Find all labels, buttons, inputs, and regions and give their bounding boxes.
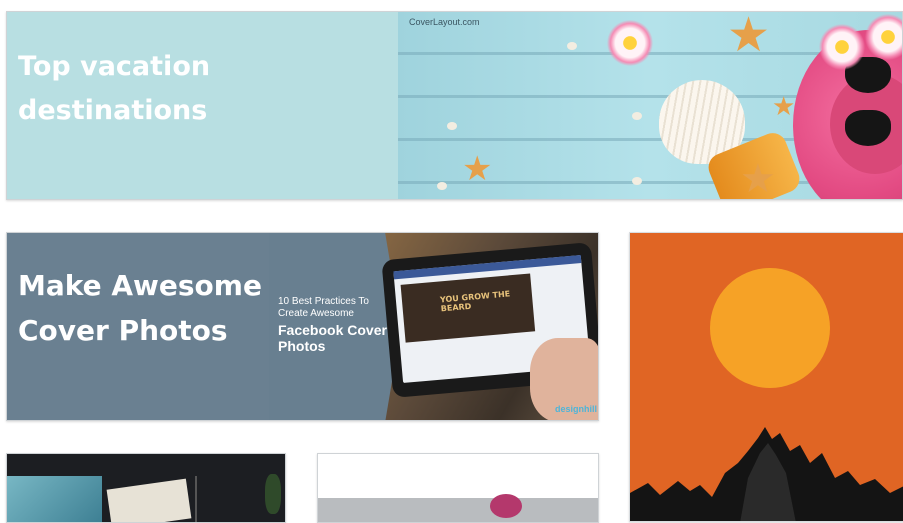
pink-object bbox=[490, 494, 522, 518]
card-sunset[interactable] bbox=[629, 232, 903, 522]
pebble bbox=[567, 42, 577, 50]
pebble bbox=[447, 122, 457, 130]
flower-icon bbox=[607, 20, 653, 66]
card-headline: Top vacation destinations bbox=[18, 45, 278, 133]
pebble bbox=[632, 177, 642, 185]
plant-icon bbox=[265, 474, 281, 514]
mountain-icon bbox=[630, 427, 903, 521]
subtitle-small: 10 Best Practices To Create Awesome bbox=[278, 296, 369, 319]
credit-text: CoverLayout.com bbox=[409, 17, 480, 27]
cover-image: YOU GROW THE BEARD bbox=[400, 273, 536, 343]
sunglasses-lens bbox=[845, 110, 891, 146]
starfish-icon: ★ bbox=[727, 11, 771, 63]
starfish-icon: ★ bbox=[462, 149, 493, 189]
card-photo-collage[interactable] bbox=[6, 453, 286, 523]
sun-icon bbox=[710, 268, 830, 388]
subtitle-large: Facebook Cover Photos bbox=[278, 322, 387, 354]
photo-strip bbox=[318, 498, 598, 522]
card-headline: Make Awesome Cover Photos bbox=[18, 263, 273, 353]
flower-icon bbox=[819, 24, 865, 70]
collage-paper bbox=[106, 478, 192, 522]
pebble bbox=[437, 182, 447, 190]
headline-line-1: Make Awesome bbox=[18, 269, 262, 302]
designhill-logo: designhill bbox=[555, 404, 598, 414]
headline-line-2: Cover Photos bbox=[18, 314, 228, 347]
starfish-icon: ★ bbox=[740, 156, 776, 200]
card-top-vacation[interactable]: ★ ★ ★ ★ CoverLayout.com Top vacation des… bbox=[6, 11, 903, 200]
facebook-bar bbox=[393, 255, 582, 280]
headline-line-2: destinations bbox=[18, 95, 208, 126]
pebble bbox=[632, 112, 642, 120]
card-white[interactable] bbox=[317, 453, 599, 523]
screen-text: YOU GROW THE BEARD bbox=[439, 289, 511, 314]
flower-icon bbox=[865, 14, 902, 60]
starfish-icon: ★ bbox=[772, 92, 796, 122]
card-make-awesome-cover[interactable]: YOU GROW THE BEARD designhill 10 Best Pr… bbox=[6, 232, 599, 421]
headline-line-1: Top vacation bbox=[18, 51, 211, 82]
